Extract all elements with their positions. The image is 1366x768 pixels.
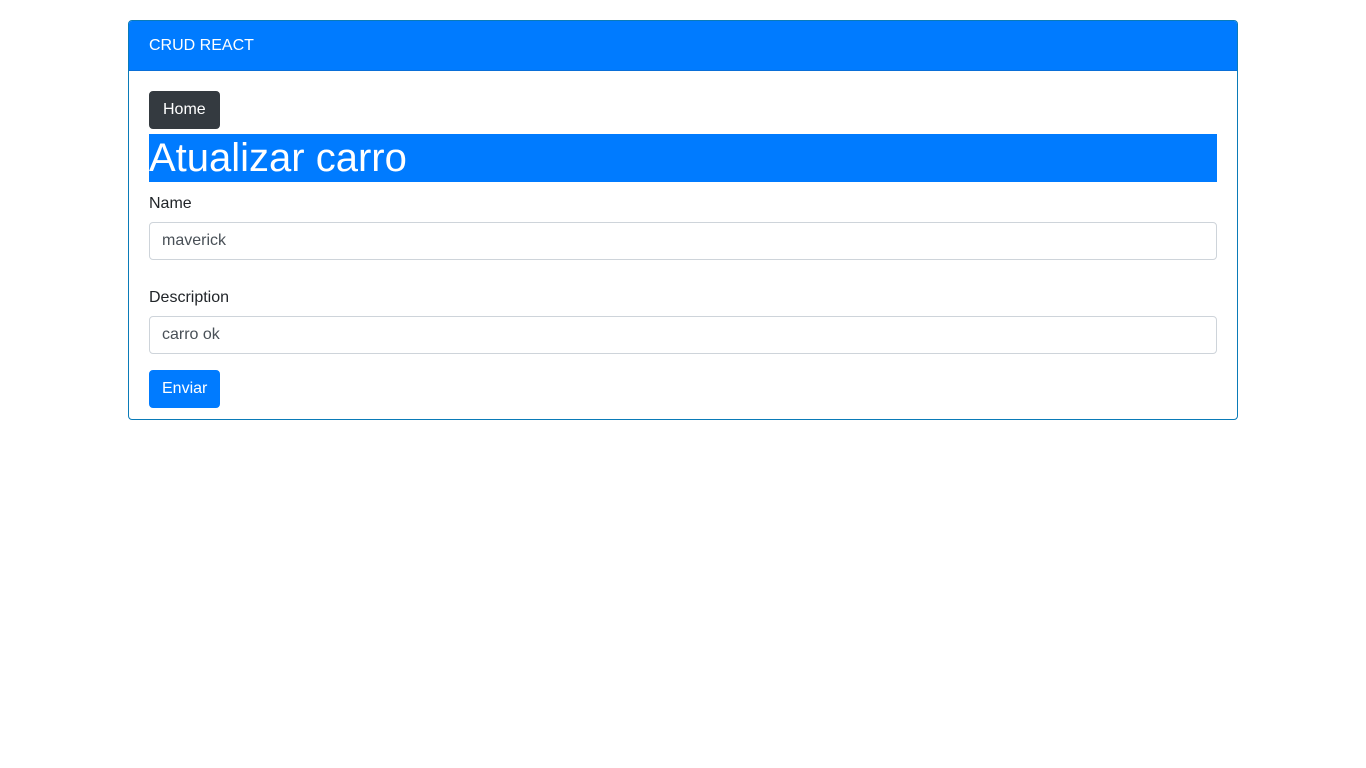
home-button[interactable]: Home (149, 91, 220, 129)
page-title: Atualizar carro (149, 136, 407, 180)
description-field-group: Description (149, 288, 1217, 354)
name-input[interactable] (149, 222, 1217, 260)
page-title-bar: Atualizar carro (149, 134, 1217, 182)
update-car-form: Name Description Enviar (149, 194, 1217, 408)
description-input[interactable] (149, 316, 1217, 354)
crud-card: CRUD REACT Home Atualizar carro Name Des… (128, 20, 1238, 420)
app-title: CRUD REACT (149, 37, 254, 54)
card-header: CRUD REACT (129, 21, 1237, 71)
name-label: Name (149, 195, 192, 212)
card-body: Home Atualizar carro Name Description En… (129, 71, 1237, 419)
name-field-group: Name (149, 194, 1217, 260)
description-label: Description (149, 289, 230, 306)
submit-button[interactable]: Enviar (149, 370, 221, 408)
